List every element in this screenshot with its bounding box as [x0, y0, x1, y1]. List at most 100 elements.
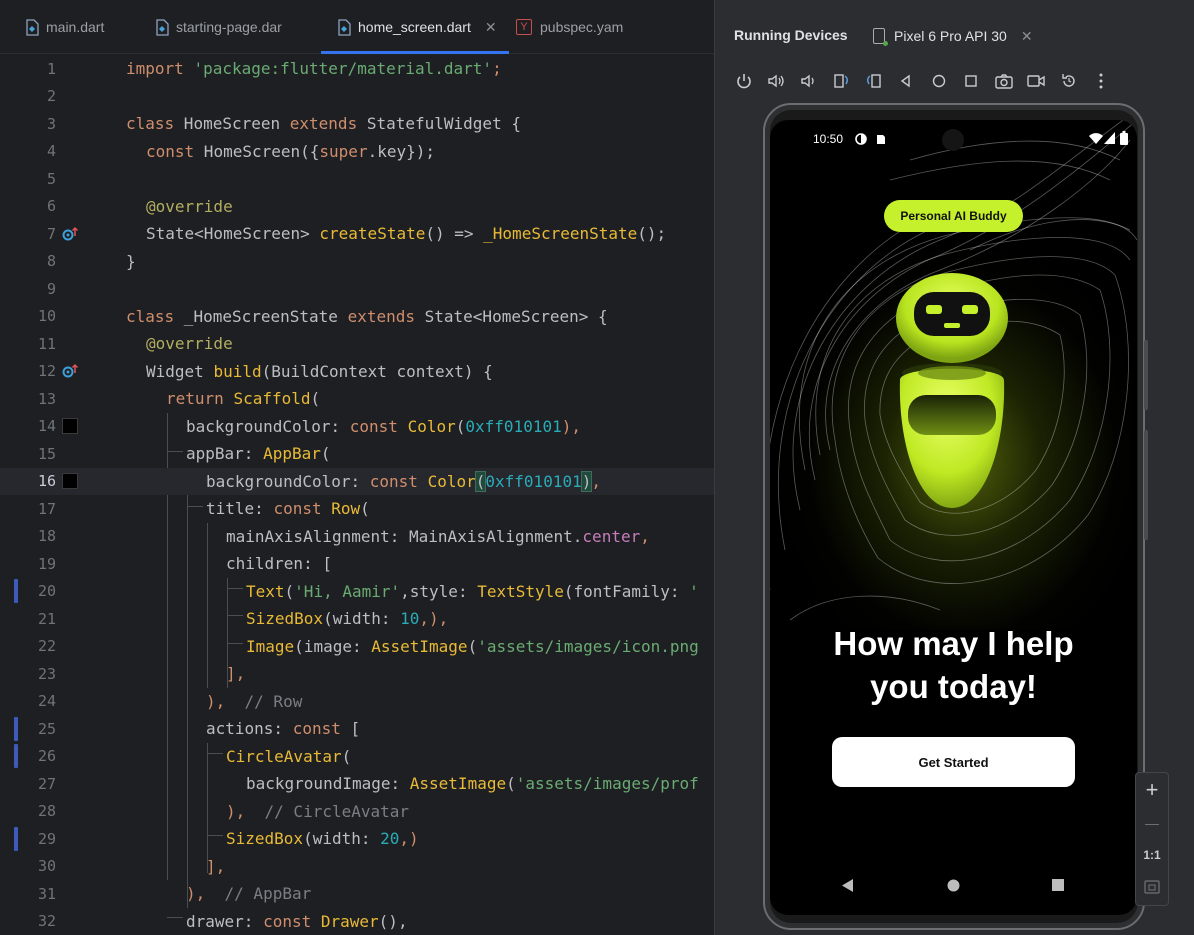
code-text: } — [126, 251, 136, 271]
close-device-tab-icon[interactable]: ✕ — [1021, 28, 1033, 45]
code-line[interactable]: 12 Widget build(BuildContext context) { — [0, 358, 714, 385]
code-text: children: [ — [226, 554, 332, 573]
panel-title: Running Devices — [734, 27, 848, 43]
line-number: 5 — [46, 169, 56, 188]
code-line[interactable]: 29 SizedBox(width: 20,) — [0, 825, 714, 852]
code-line[interactable]: 26 CircleAvatar( — [0, 743, 714, 770]
code-area[interactable]: 1 import 'package:flutter/material.dart'… — [0, 55, 714, 935]
screen-record-icon[interactable] — [1026, 71, 1046, 91]
nav-home-icon[interactable] — [947, 879, 960, 892]
fit-screen-button[interactable] — [1136, 873, 1168, 903]
code-line[interactable]: 8 } — [0, 248, 714, 275]
code-line[interactable]: 30 ], — [0, 853, 714, 880]
line-number: 28 — [37, 802, 56, 820]
nav-back-icon[interactable] — [842, 879, 854, 892]
line-number: 11 — [37, 334, 56, 353]
code-line[interactable]: 3 class HomeScreen extends StatefulWidge… — [0, 110, 714, 137]
line-number: 32 — [37, 912, 56, 930]
volume-up-icon[interactable] — [766, 71, 786, 91]
overview-icon[interactable] — [961, 71, 981, 91]
code-text: SizedBox(width: 20,) — [226, 829, 419, 848]
code-line[interactable]: 25 actions: const [ — [0, 715, 714, 742]
code-line[interactable]: 32 drawer: const Drawer(), — [0, 908, 714, 935]
override-gutter-icon[interactable] — [62, 363, 79, 379]
tab-home-screen[interactable]: home_screen.dart ✕ — [321, 0, 509, 54]
line-number: 23 — [37, 664, 56, 683]
yaml-file-icon: Y — [516, 19, 532, 35]
code-line[interactable]: 14 backgroundColor: const Color(0xff0101… — [0, 413, 714, 440]
color-swatch[interactable] — [62, 473, 78, 489]
dart-file-icon — [25, 18, 40, 36]
status-app-icon — [855, 133, 867, 145]
rotate-right-icon[interactable] — [864, 71, 884, 91]
reset-icon[interactable] — [1059, 71, 1079, 91]
zoom-out-button[interactable]: — — [1136, 808, 1168, 838]
nav-overview-icon[interactable] — [1052, 879, 1064, 891]
code-line[interactable]: 23 ], — [0, 660, 714, 687]
more-icon[interactable] — [1091, 71, 1111, 91]
home-icon[interactable] — [929, 71, 949, 91]
tab-label: main.dart — [46, 19, 105, 35]
code-editor[interactable]: main.dart starting-page.dar home_screen.… — [0, 0, 714, 935]
status-bar: 10:50 — [770, 120, 1137, 160]
code-line[interactable]: 21 SizedBox(width: 10,), — [0, 605, 714, 632]
back-icon[interactable] — [896, 71, 916, 91]
power-icon[interactable] — [734, 71, 754, 91]
device-toolbar — [715, 62, 1194, 100]
line-number: 18 — [37, 527, 56, 545]
line-number: 1 — [46, 59, 56, 78]
power-side-button — [1144, 340, 1148, 410]
code-line[interactable]: 1 import 'package:flutter/material.dart'… — [0, 55, 714, 82]
code-line[interactable]: 2 — [0, 83, 714, 110]
color-swatch[interactable] — [62, 418, 78, 434]
code-line[interactable]: 20 Text('Hi, Aamir',style: TextStyle(fon… — [0, 578, 714, 605]
tab-starting-page[interactable]: starting-page.dar — [155, 0, 282, 54]
code-line[interactable]: 31 ), // AppBar — [0, 880, 714, 907]
code-line[interactable]: 27 backgroundImage: AssetImage('assets/i… — [0, 770, 714, 797]
volume-down-icon[interactable] — [798, 71, 818, 91]
actual-size-button[interactable]: 1:1 — [1136, 840, 1168, 870]
code-line[interactable]: 5 — [0, 165, 714, 192]
code-text: @override — [146, 334, 233, 353]
code-line[interactable]: 4 const HomeScreen({super.key}); — [0, 138, 714, 165]
device-screen[interactable]: 10:50 Personal AI Buddy How may I help y… — [770, 120, 1137, 915]
code-text: backgroundColor: const Color(0xff010101)… — [206, 470, 601, 492]
zoom-in-button[interactable]: + — [1136, 775, 1168, 805]
code-text: class _HomeScreenState extends State<Hom… — [126, 306, 608, 326]
code-text: backgroundImage: AssetImage('assets/imag… — [246, 774, 699, 793]
override-gutter-icon[interactable] — [62, 226, 79, 242]
code-line[interactable]: 19 children: [ — [0, 550, 714, 577]
line-number: 25 — [37, 719, 56, 738]
code-line[interactable]: 17 title: const Row( — [0, 495, 714, 522]
sd-card-icon — [877, 135, 885, 144]
code-line[interactable]: 13 return Scaffold( — [0, 385, 714, 412]
code-line[interactable]: 24 ), // Row — [0, 688, 714, 715]
line-number: 19 — [37, 554, 56, 573]
code-text: ], — [206, 856, 226, 876]
tab-pubspec[interactable]: Y pubspec.yam — [516, 0, 623, 54]
code-line[interactable]: 6 @override — [0, 193, 714, 220]
tab-main-dart[interactable]: main.dart — [25, 0, 104, 54]
close-tab-icon[interactable]: ✕ — [485, 19, 497, 36]
line-number: 17 — [37, 499, 56, 518]
code-line[interactable]: 15 appBar: AppBar( — [0, 440, 714, 467]
screenshot-icon[interactable] — [994, 71, 1014, 91]
line-number: 20 — [37, 582, 56, 600]
code-line[interactable]: 10 class _HomeScreenState extends State<… — [0, 303, 714, 330]
code-line[interactable]: 11 @override — [0, 330, 714, 357]
code-line[interactable]: 7 State<HomeScreen> createState() => _Ho… — [0, 220, 714, 247]
rotate-left-icon[interactable] — [831, 71, 851, 91]
battery-icon — [1120, 131, 1128, 145]
code-line[interactable]: 28 ), // CircleAvatar — [0, 798, 714, 825]
code-line-current[interactable]: 16 backgroundColor: const Color(0xff0101… — [0, 467, 714, 495]
line-number: 15 — [37, 444, 56, 463]
code-text: Widget build(BuildContext context) { — [146, 361, 493, 381]
code-text: class HomeScreen extends StatefulWidget … — [126, 114, 521, 133]
dart-file-icon — [155, 18, 170, 36]
device-phone-icon — [873, 28, 888, 46]
code-line[interactable]: 18 mainAxisAlignment: MainAxisAlignment.… — [0, 523, 714, 550]
code-line[interactable]: 22 Image(image: AssetImage('assets/image… — [0, 633, 714, 660]
code-line[interactable]: 9 — [0, 275, 714, 302]
get-started-button[interactable]: Get Started — [832, 737, 1075, 787]
device-tab[interactable]: Pixel 6 Pro API 30 ✕ — [873, 22, 1033, 50]
